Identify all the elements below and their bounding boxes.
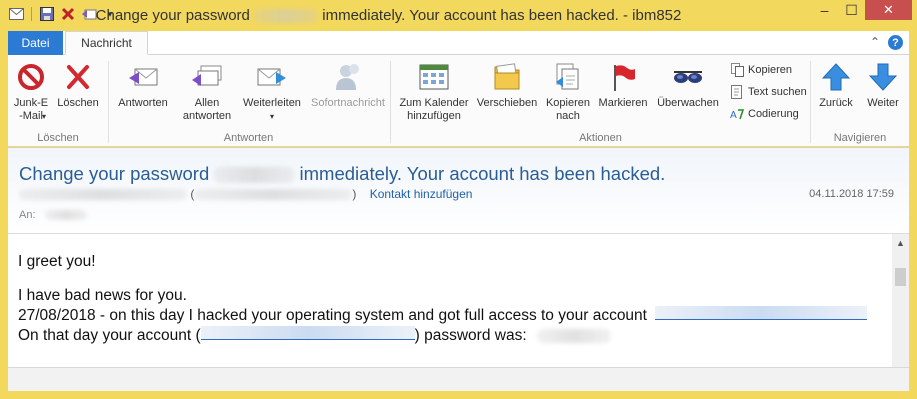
move-button[interactable]: Verschieben [475,61,539,110]
reply-envelope-icon [127,61,159,93]
message-date: 04.11.2018 17:59 [809,188,894,200]
junk-mail-button[interactable]: Junk-E -Mail ▾ [12,61,50,123]
next-item-button[interactable]: Weiter [861,61,905,110]
junk-label-1: Junk-E [13,97,49,109]
instant-message-icon [332,61,364,93]
copy-to-icon [552,61,584,93]
glasses-icon [672,61,704,93]
minimize-button[interactable]: – [811,0,838,20]
dropdown-arrow-icon: ▾ [269,112,274,121]
status-bar [8,367,909,391]
instant-message-button[interactable]: Sofortnachricht [308,61,388,110]
body-line: I greet you! [18,253,96,270]
body-line: 27/08/2018 - on this day I hacked your o… [18,306,868,326]
back-label: Zurück [819,97,853,109]
group-actions: Zum Kalender hinzufügen Verschieben Kopi… [391,55,810,147]
redacted-account-link[interactable] [655,306,868,320]
copy-button[interactable]: Kopieren [730,63,792,77]
instant-message-label: Sofortnachricht [311,97,385,109]
redacted-recipient [44,210,87,221]
move-label: Verschieben [476,97,538,109]
redacted-text [214,166,295,184]
forward-label: Weiterleiten [243,97,301,109]
encoding-label: Codierung [748,108,799,120]
collapse-ribbon-icon[interactable]: ⌃ [870,35,880,50]
redacted-sender-name [19,189,187,201]
maximize-button[interactable]: ☐ [838,0,865,20]
watch-button[interactable]: Überwachen [653,61,723,110]
help-icon[interactable]: ? [888,35,903,50]
copy-to-label-2: nach [556,110,580,122]
add-to-calendar-button[interactable]: Zum Kalender hinzufügen [395,61,473,123]
message-header: Change your password immediately. Your a… [8,148,909,234]
group-delete: Junk-E -Mail ▾ Löschen Löschen [8,55,108,147]
forward-envelope-icon [256,61,288,93]
svg-text:A: A [730,110,737,121]
delete-button[interactable]: Löschen [54,61,102,110]
delete-label: Löschen [57,97,99,109]
watch-label: Überwachen [657,97,719,109]
group-label-respond: Antworten [223,132,274,144]
title-bar: ▾ Change your password immediately. Your… [0,0,917,31]
sender-line: () Kontakt hinzufügen [19,187,472,201]
reply-all-icon [191,61,223,93]
group-label-delete: Löschen [37,132,79,144]
window-title: Change your password immediately. Your a… [95,7,682,24]
ribbon: Junk-E -Mail ▾ Löschen Löschen Antworten… [8,55,909,147]
tab-file[interactable]: Datei [8,31,63,55]
find-text-icon [730,85,744,99]
find-text-label: Text suchen [748,86,807,98]
reply-all-label-2: antworten [182,110,232,122]
redacted-password [536,328,611,343]
recipient-line: An: [19,209,87,221]
scroll-thumb[interactable] [895,268,906,286]
flag-button[interactable]: Markieren [595,61,651,110]
body-line: I have bad news for you. [18,287,187,304]
redacted-sender-email [194,189,353,201]
previous-item-button[interactable]: Zurück [814,61,858,110]
redacted-account-link[interactable] [200,326,415,340]
vertical-scrollbar[interactable]: ▲ [892,234,909,367]
ribbon-tabs: Datei Nachricht ⌃ ? [8,31,909,55]
message-subject: Change your password immediately. Your a… [19,163,666,184]
window-controls: – ☐ ✕ [811,0,912,20]
folder-move-icon [491,61,523,93]
forward-nav-label: Weiter [867,97,899,109]
tab-message[interactable]: Nachricht [65,31,148,55]
redacted-text [254,9,319,23]
encoding-icon: A [730,107,744,121]
forward-button[interactable]: Weiterleiten ▾ [240,61,304,123]
reply-all-label-1: Allen [194,97,220,109]
body-line: On that day your account () password was… [18,326,867,346]
delete-x-icon [62,61,94,93]
red-flag-icon [607,61,639,93]
add-contact-link[interactable]: Kontakt hinzufügen [370,187,473,201]
encoding-button[interactable]: A Codierung [730,107,799,121]
group-label-navigate: Navigieren [833,132,887,144]
reply-button[interactable]: Antworten [114,61,172,110]
arrow-up-icon [820,61,852,93]
copy-to-label-1: Kopieren [545,97,591,109]
calendar-icon [418,61,450,93]
calendar-label-2: hinzufügen [407,110,461,122]
group-navigate: Zurück Weiter Navigieren [811,55,909,147]
junk-icon [15,61,47,93]
message-content: I greet you! I have bad news for you. 27… [18,252,868,346]
reply-label: Antworten [118,97,168,109]
copy-icon [730,63,744,77]
reply-all-button[interactable]: Allen antworten [179,61,235,123]
group-label-actions: Aktionen [579,132,622,144]
arrow-down-icon [867,61,899,93]
group-respond: Antworten Allen antworten Weiterleiten ▾… [109,55,388,147]
flag-label: Markieren [598,97,648,109]
find-text-button[interactable]: Text suchen [730,85,807,99]
to-label: An: [19,209,36,221]
message-body: I greet you! I have bad news for you. 27… [8,234,909,367]
close-button[interactable]: ✕ [865,0,912,20]
copy-label: Kopieren [748,64,793,76]
calendar-label-1: Zum Kalender [399,97,469,109]
scroll-up-icon[interactable]: ▲ [892,238,909,248]
copy-to-button[interactable]: Kopieren nach [543,61,593,123]
ribbon-tab-controls: ⌃ ? [870,35,903,50]
